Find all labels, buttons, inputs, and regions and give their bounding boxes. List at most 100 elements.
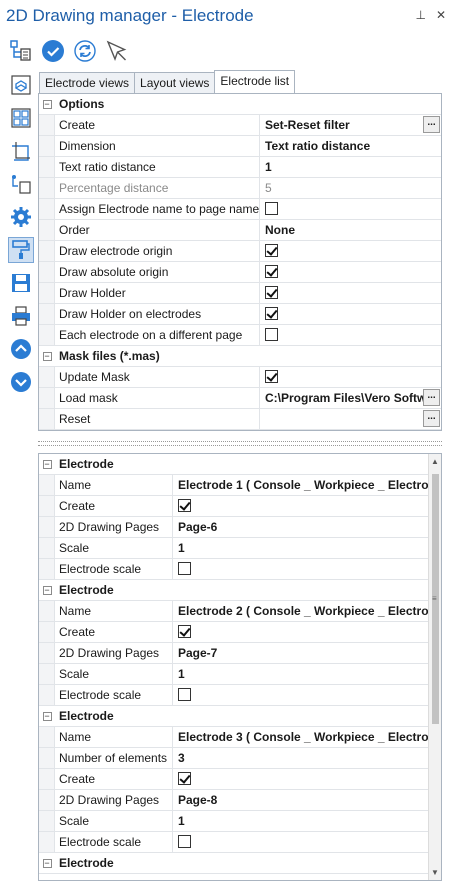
electrode-category[interactable]: − Electrode <box>39 853 428 874</box>
scroll-up-icon[interactable]: ▲ <box>431 457 439 466</box>
prop-value[interactable]: Page-6 <box>173 517 428 537</box>
prop-value[interactable]: 1 <box>173 811 428 831</box>
prop-row-num-elements[interactable]: Number of elements 3 <box>39 748 428 769</box>
checkbox[interactable] <box>265 244 278 257</box>
prop-row-scale[interactable]: Scale 1 <box>39 664 428 685</box>
mask-category[interactable]: − Mask files (*.mas) <box>39 346 441 367</box>
prop-row-electrode-scale[interactable]: Electrode scale <box>39 832 428 853</box>
checkbox[interactable] <box>265 307 278 320</box>
electrode-icon[interactable] <box>8 171 34 197</box>
prop-label: 2D Drawing Pages <box>55 517 173 537</box>
prop-row-name[interactable]: Name Electrode 3 ( Console _ Workpiece _… <box>39 727 428 748</box>
prop-row-scale[interactable]: Scale 1 <box>39 811 428 832</box>
prop-row-each-page[interactable]: Each electrode on a different page <box>39 325 441 346</box>
checkbox[interactable] <box>265 265 278 278</box>
prop-row-update-mask[interactable]: Update Mask <box>39 367 441 388</box>
checkbox[interactable] <box>265 370 278 383</box>
prop-value[interactable]: None <box>260 220 441 240</box>
check-icon[interactable] <box>40 38 66 64</box>
checkbox[interactable] <box>178 562 191 575</box>
paint-roller-icon[interactable] <box>8 237 34 263</box>
checkbox[interactable] <box>178 835 191 848</box>
prop-row-assign-name[interactable]: Assign Electrode name to page name <box>39 199 441 220</box>
prop-value[interactable]: Page-8 <box>173 790 428 810</box>
prop-row-electrode-scale[interactable]: Electrode scale <box>39 559 428 580</box>
layout-icon[interactable] <box>8 105 34 131</box>
checkbox[interactable] <box>178 499 191 512</box>
checkbox[interactable] <box>265 286 278 299</box>
tab-layout-views[interactable]: Layout views <box>134 72 216 93</box>
prop-row-name[interactable]: Name Electrode 2 ( Console _ Workpiece _… <box>39 601 428 622</box>
prop-row-scale[interactable]: Scale 1 <box>39 538 428 559</box>
prop-row-draw-origin[interactable]: Draw electrode origin <box>39 241 441 262</box>
prop-value: C:\Program Files\Vero Softw <box>265 391 427 405</box>
prop-label: Order <box>55 220 260 240</box>
prop-value[interactable]: 1 <box>173 538 428 558</box>
tab-electrode-list[interactable]: Electrode list <box>214 70 296 93</box>
prop-value[interactable]: 3 <box>173 748 428 768</box>
prop-row-load-mask[interactable]: Load mask C:\Program Files\Vero Softw... <box>39 388 441 409</box>
checkbox[interactable] <box>178 625 191 638</box>
electrode-category[interactable]: − Electrode <box>39 454 428 475</box>
save-icon[interactable] <box>8 270 34 296</box>
frame-icon[interactable] <box>8 138 34 164</box>
prop-value[interactable]: 1 <box>173 664 428 684</box>
checkbox[interactable] <box>178 688 191 701</box>
prop-row-order[interactable]: Order None <box>39 220 441 241</box>
vertical-scrollbar[interactable]: ▲ ≡ ▼ <box>428 454 441 880</box>
collapse-icon[interactable]: − <box>42 858 52 868</box>
checkbox[interactable] <box>265 202 278 215</box>
prop-value[interactable]: Electrode 1 ( Console _ Workpiece _ Elec… <box>173 475 428 495</box>
prop-value[interactable]: Electrode 2 ( Console _ Workpiece _ Elec… <box>173 601 428 621</box>
close-icon[interactable]: ✕ <box>436 8 446 22</box>
prop-row-dimension[interactable]: Dimension Text ratio distance <box>39 136 441 157</box>
prop-row-create[interactable]: Create <box>39 496 428 517</box>
collapse-icon[interactable]: − <box>42 351 52 361</box>
browse-button[interactable]: ... <box>423 389 440 406</box>
prop-row-name[interactable]: Name Electrode 1 ( Console _ Workpiece _… <box>39 475 428 496</box>
gear-icon[interactable] <box>8 204 34 230</box>
collapse-icon[interactable]: − <box>42 99 52 109</box>
pin-icon[interactable]: ⊥ <box>415 8 425 22</box>
prop-label: Name <box>55 727 173 747</box>
prop-value[interactable]: Text ratio distance <box>260 136 441 156</box>
splitter-handle[interactable] <box>38 441 442 446</box>
print-icon[interactable] <box>8 303 34 329</box>
prop-row-pages[interactable]: 2D Drawing Pages Page-7 <box>39 643 428 664</box>
box-view-icon[interactable] <box>8 72 34 98</box>
electrode-category[interactable]: − Electrode <box>39 706 428 727</box>
prop-row-electrode-scale[interactable]: Electrode scale <box>39 685 428 706</box>
prop-value[interactable]: Electrode 3 ( Console _ Workpiece _ Elec… <box>173 727 428 747</box>
collapse-icon[interactable]: − <box>42 459 52 469</box>
chevron-up-icon[interactable] <box>8 336 34 362</box>
prop-row-create[interactable]: Create <box>39 769 428 790</box>
prop-row-abs-origin[interactable]: Draw absolute origin <box>39 262 441 283</box>
prop-row-pages[interactable]: 2D Drawing Pages Page-8 <box>39 790 428 811</box>
prop-label: Draw absolute origin <box>55 262 260 282</box>
prop-row-reset[interactable]: Reset ... <box>39 409 441 430</box>
checkbox[interactable] <box>178 772 191 785</box>
prop-row-pages[interactable]: 2D Drawing Pages Page-6 <box>39 517 428 538</box>
category-label: Electrode <box>59 709 114 723</box>
prop-label: Draw electrode origin <box>55 241 260 261</box>
browse-button[interactable]: ... <box>423 116 440 133</box>
prop-row-draw-holder[interactable]: Draw Holder <box>39 283 441 304</box>
tab-electrode-views[interactable]: Electrode views <box>39 72 136 93</box>
prop-row-holder-on-electrodes[interactable]: Draw Holder on electrodes <box>39 304 441 325</box>
prop-row-create[interactable]: Create <box>39 622 428 643</box>
collapse-icon[interactable]: − <box>42 711 52 721</box>
options-category[interactable]: − Options <box>39 94 441 115</box>
electrode-category[interactable]: − Electrode <box>39 580 428 601</box>
reset-button[interactable]: ... <box>423 410 440 427</box>
prop-row-text-ratio[interactable]: Text ratio distance 1 <box>39 157 441 178</box>
checkbox[interactable] <box>265 328 278 341</box>
prop-row-create[interactable]: Create Set-Reset filter... <box>39 115 441 136</box>
prop-value[interactable]: Page-7 <box>173 643 428 663</box>
scroll-down-icon[interactable]: ▼ <box>431 868 439 877</box>
cursor-icon[interactable] <box>104 38 130 64</box>
collapse-icon[interactable]: − <box>42 585 52 595</box>
chevron-down-icon[interactable] <box>8 369 34 395</box>
prop-value[interactable]: 1 <box>260 157 441 177</box>
tree-icon[interactable] <box>8 38 34 64</box>
refresh-icon[interactable] <box>72 38 98 64</box>
